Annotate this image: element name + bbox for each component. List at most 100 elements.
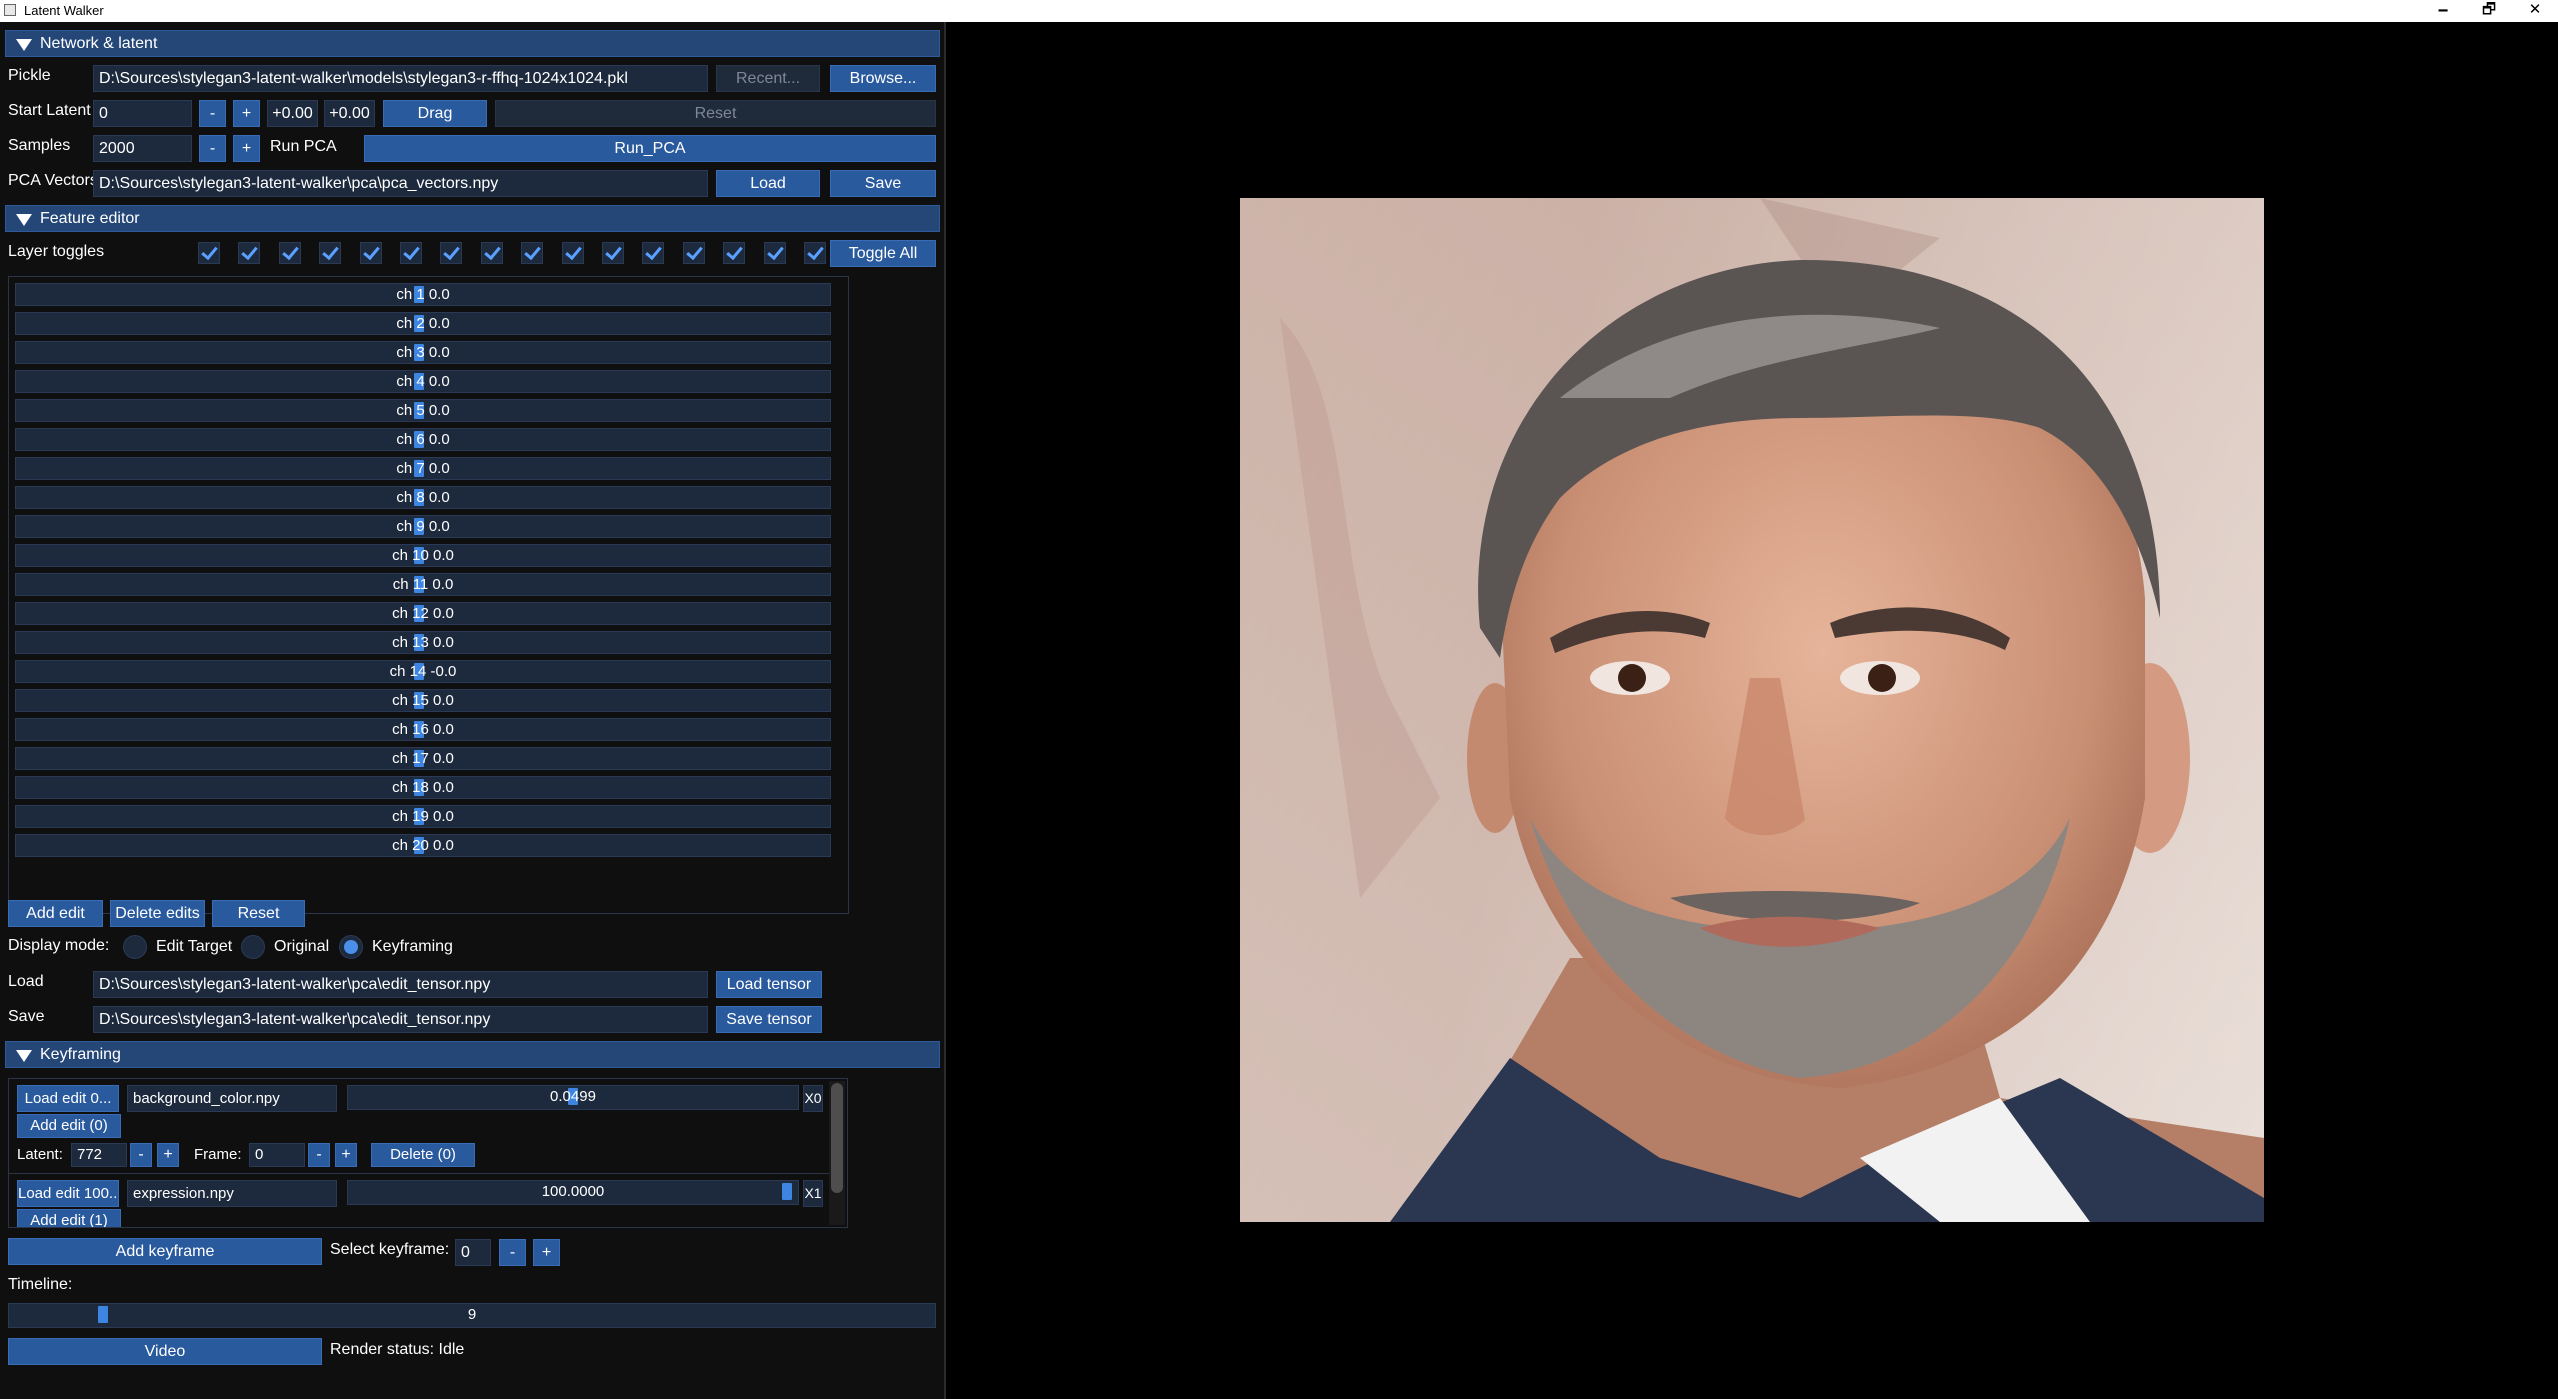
load-edit-1-button[interactable]: Load edit 100...	[17, 1180, 119, 1207]
recent-button[interactable]: Recent...	[716, 65, 820, 92]
edit-1-strength-slider[interactable]: 100.0000	[347, 1180, 799, 1205]
pca-vectors-path-input[interactable]: D:\Sources\stylegan3-latent-walker\pca\p…	[93, 170, 708, 197]
add-keyframe-button[interactable]: Add keyframe	[8, 1238, 322, 1265]
video-button[interactable]: Video	[8, 1338, 322, 1365]
save-pca-button[interactable]: Save	[830, 170, 936, 197]
browse-button[interactable]: Browse...	[830, 65, 936, 92]
channel-slider[interactable]: ch 15 0.0	[15, 689, 831, 712]
layer-toggle-checkbox[interactable]	[440, 242, 463, 264]
channel-slider[interactable]: ch 17 0.0	[15, 747, 831, 770]
channel-slider[interactable]: ch 18 0.0	[15, 776, 831, 799]
latent-minus-button[interactable]: -	[130, 1143, 152, 1167]
save-tensor-button[interactable]: Save tensor	[716, 1006, 822, 1033]
layer-toggle-checkbox[interactable]	[602, 242, 624, 264]
reset-latent-button[interactable]: Reset	[495, 100, 936, 127]
frame-plus-button[interactable]: +	[335, 1143, 357, 1167]
channel-slider[interactable]: ch 20 0.0	[15, 834, 831, 857]
channel-slider[interactable]: ch 10 0.0	[15, 544, 831, 567]
channel-slider-label: ch 15 0.0	[392, 692, 454, 709]
latent-input[interactable]: 772	[71, 1143, 127, 1167]
keyframing-radio[interactable]	[339, 935, 363, 959]
layer-toggle-checkbox[interactable]	[198, 242, 220, 264]
keyframe-scrollbar[interactable]	[829, 1081, 845, 1225]
edit-target-radio[interactable]	[123, 935, 147, 959]
edit-1-file-input[interactable]: expression.npy	[127, 1180, 337, 1207]
channel-slider[interactable]: ch 1 0.0	[15, 283, 831, 306]
channel-slider[interactable]: ch 5 0.0	[15, 399, 831, 422]
layer-toggle-checkbox[interactable]	[359, 242, 382, 264]
layer-toggle-checkbox[interactable]	[400, 242, 422, 264]
layer-toggle-checkbox[interactable]	[561, 242, 584, 264]
start-latent-plus-button[interactable]: +	[233, 100, 260, 127]
channel-slider[interactable]: ch 2 0.0	[15, 312, 831, 335]
channel-slider[interactable]: ch 13 0.0	[15, 631, 831, 654]
channel-slider[interactable]: ch 19 0.0	[15, 805, 831, 828]
pickle-path-input[interactable]: D:\Sources\stylegan3-latent-walker\model…	[93, 65, 708, 92]
channel-slider[interactable]: ch 4 0.0	[15, 370, 831, 393]
load-tensor-path-input[interactable]: D:\Sources\stylegan3-latent-walker\pca\e…	[93, 971, 708, 998]
latent-plus-button[interactable]: +	[157, 1143, 179, 1167]
load-tensor-button[interactable]: Load tensor	[716, 971, 822, 998]
edit-0-x-button[interactable]: X0	[803, 1085, 823, 1112]
layer-toggle-checkbox[interactable]	[319, 242, 342, 264]
close-icon[interactable]: ✕	[2512, 0, 2558, 22]
delete-0-button[interactable]: Delete (0)	[371, 1143, 475, 1167]
start-latent-input[interactable]: 0	[93, 100, 192, 127]
add-edit-0-button[interactable]: Add edit (0)	[17, 1114, 121, 1138]
load-edit-0-button[interactable]: Load edit 0...	[17, 1085, 119, 1112]
toggle-all-button[interactable]: Toggle All	[830, 240, 936, 267]
add-edit-1-button[interactable]: Add edit (1)	[17, 1209, 121, 1227]
layer-toggle-checkbox[interactable]	[763, 242, 786, 264]
channel-slider[interactable]: ch 6 0.0	[15, 428, 831, 451]
channel-slider[interactable]: ch 12 0.0	[15, 602, 831, 625]
layer-toggle-checkbox[interactable]	[480, 242, 503, 264]
channel-slider[interactable]: ch 14 -0.0	[15, 660, 831, 683]
add-edit-button[interactable]: Add edit	[8, 900, 103, 927]
network-latent-header[interactable]: Network & latent	[5, 30, 940, 57]
channel-slider[interactable]: ch 11 0.0	[15, 573, 831, 596]
layer-toggle-checkbox[interactable]	[278, 242, 301, 264]
edit-0-strength-slider[interactable]: 0.0499	[347, 1085, 799, 1110]
layer-toggle-checkbox[interactable]	[723, 242, 746, 264]
channel-slider[interactable]: ch 8 0.0	[15, 486, 831, 509]
scrollbar-thumb[interactable]	[831, 1083, 843, 1193]
layer-toggle-checkbox[interactable]	[238, 242, 261, 264]
edit-0-file-input[interactable]: background_color.npy	[127, 1085, 337, 1112]
layer-toggle-checkbox[interactable]	[521, 242, 544, 264]
samples-minus-button[interactable]: -	[199, 135, 226, 162]
offset-x-field[interactable]: +0.00	[267, 100, 318, 127]
channel-slider[interactable]: ch 3 0.0	[15, 341, 831, 364]
feature-editor-header[interactable]: Feature editor	[5, 205, 940, 232]
layer-toggle-checkbox[interactable]	[682, 242, 705, 264]
face-illustration	[1240, 198, 2264, 1222]
start-latent-minus-button[interactable]: -	[199, 100, 226, 127]
samples-plus-button[interactable]: +	[233, 135, 260, 162]
samples-input[interactable]: 2000	[93, 135, 192, 162]
layer-toggle-checkbox[interactable]	[642, 242, 665, 264]
reset-edits-button[interactable]: Reset	[212, 900, 305, 927]
minimize-icon[interactable]: 🗕	[2420, 0, 2466, 22]
select-keyframe-input[interactable]: 0	[455, 1239, 491, 1266]
channel-slider[interactable]: ch 7 0.0	[15, 457, 831, 480]
select-keyframe-minus-button[interactable]: -	[499, 1239, 526, 1266]
keyframing-header[interactable]: Keyframing	[5, 1041, 940, 1068]
frame-minus-button[interactable]: -	[308, 1143, 330, 1167]
restore-icon[interactable]: 🗗	[2466, 0, 2512, 22]
select-keyframe-plus-button[interactable]: +	[533, 1239, 560, 1266]
timeline-slider[interactable]: 9	[8, 1303, 936, 1328]
drag-button[interactable]: Drag	[383, 100, 487, 127]
channel-slider[interactable]: ch 9 0.0	[15, 515, 831, 538]
slider-grab[interactable]	[781, 1183, 792, 1200]
channel-slider-label: ch 1 0.0	[396, 286, 450, 303]
offset-y-field[interactable]: +0.00	[324, 100, 375, 127]
save-tensor-path-input[interactable]: D:\Sources\stylegan3-latent-walker\pca\e…	[93, 1006, 708, 1033]
load-pca-button[interactable]: Load	[716, 170, 820, 197]
delete-edits-button[interactable]: Delete edits	[110, 900, 205, 927]
frame-input[interactable]: 0	[249, 1143, 305, 1167]
layer-toggle-checkbox[interactable]	[804, 242, 826, 264]
channel-slider[interactable]: ch 16 0.0	[15, 718, 831, 741]
slider-grab[interactable]	[97, 1306, 108, 1323]
original-radio[interactable]	[241, 935, 265, 959]
edit-1-x-button[interactable]: X1	[803, 1180, 823, 1207]
run-pca-button[interactable]: Run_PCA	[364, 135, 936, 162]
